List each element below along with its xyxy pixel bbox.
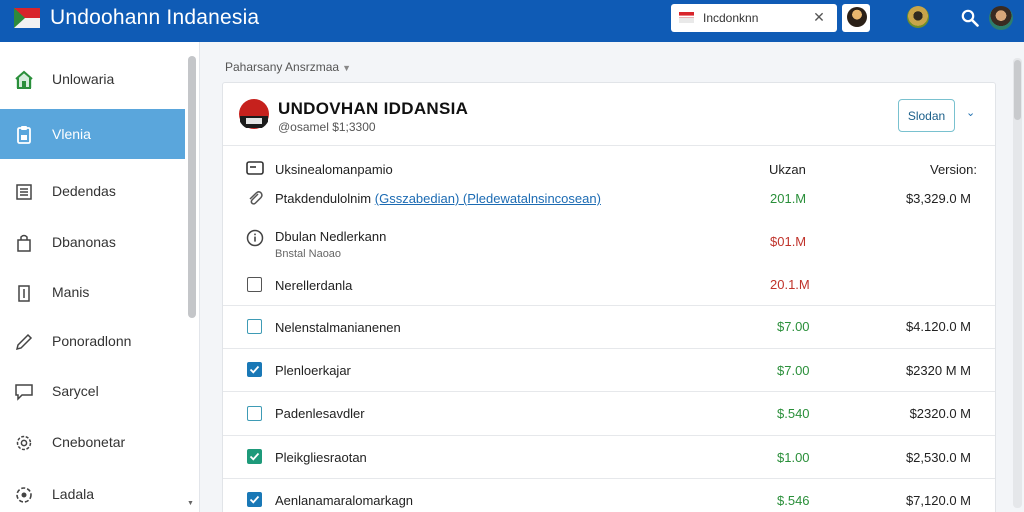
row-amount: $.540 [777, 406, 810, 421]
avatar[interactable] [847, 7, 867, 27]
check-icon [249, 365, 260, 374]
row-divider [223, 435, 995, 436]
table-header-col2: Version: [930, 162, 977, 177]
main-scrollbar-thumb[interactable] [1014, 60, 1021, 120]
chevron-down-icon[interactable]: ⌄ [966, 107, 978, 119]
sidebar-item-label: Unlowaria [52, 71, 115, 87]
gear-icon [16, 435, 32, 451]
sidebar-item-ponoradlonn[interactable]: Ponoradlonn [0, 316, 185, 366]
sidebar-item-manis[interactable]: Manis [0, 267, 185, 317]
list-icon [16, 184, 32, 200]
row-checkbox[interactable] [247, 319, 262, 334]
row-value: $2,530.0 M [905, 450, 971, 465]
book-icon [18, 285, 30, 302]
sidebar-item-label: Cnebonetar [52, 434, 126, 450]
row-amount: $.546 [777, 493, 810, 508]
sidebar-item-home[interactable]: Unlowaria [0, 54, 185, 104]
sidebar-item-label: Ponoradlonn [52, 333, 132, 349]
row-link[interactable]: (Gsszabedian) (Pledewatalnsincosean) [375, 191, 601, 206]
home-icon [15, 70, 33, 89]
row-checkbox-checked[interactable] [247, 492, 262, 507]
bag-icon [17, 234, 31, 252]
row-checkbox[interactable] [247, 406, 262, 421]
row-checkbox-checked[interactable] [247, 449, 262, 464]
row-value: $7,120.0 M [905, 493, 971, 508]
sidebar-item-label: Vlenia [52, 126, 91, 142]
top-search-box[interactable]: ✕ [671, 4, 837, 32]
chat-icon [15, 384, 33, 401]
brand-logo-icon [238, 98, 270, 130]
row-label: Ptakdendulolnim [275, 191, 372, 206]
card-subtitle: @osamel $1;3300 [278, 120, 376, 134]
top-bar: Undoohann Indanesia ✕ [0, 0, 1024, 42]
sidebar-item-dedendas[interactable]: Dedendas [0, 166, 185, 216]
row-amount: $01.M [770, 234, 807, 249]
table-row[interactable]: Nerellerdanla [275, 278, 352, 293]
sidebar-scrollbar[interactable] [188, 56, 196, 318]
row-amount: $1.00 [777, 450, 810, 465]
breadcrumb-label: Paharsany Ansrzmaa [225, 60, 340, 74]
avatar[interactable] [989, 6, 1013, 30]
row-value: $4.120.0 M [905, 319, 971, 334]
row-value: $3,329.0 M [905, 191, 971, 206]
divider [223, 145, 995, 146]
avatar[interactable] [907, 6, 929, 28]
table-row[interactable]: Aenlanamaralomarkagn [275, 493, 413, 508]
sidebar-item-label: Dbanonas [52, 234, 116, 250]
caret-down-icon: ▼ [342, 63, 351, 73]
main-scrollbar[interactable] [1013, 58, 1022, 508]
sidebar-item-label: Manis [52, 284, 90, 300]
row-divider [223, 348, 995, 349]
app-title: Undoohann Indanesia [50, 6, 260, 29]
flag-icon [14, 8, 40, 28]
table-row[interactable]: Padenlesavdler [275, 406, 365, 421]
table-header-col1: Ukzan [769, 162, 806, 177]
table-row[interactable]: Ptakdendulolnim (Gsszabedian) (Pledewata… [275, 191, 601, 206]
sidebar-item-label: Sarycel [52, 383, 99, 399]
account-card [222, 82, 996, 512]
sidebar: Unlowaria Vlenia Dedendas Dbanonas Manis [0, 42, 200, 512]
card-icon [246, 161, 264, 175]
attachment-icon [249, 191, 263, 205]
settings-icon [16, 487, 32, 503]
document-icon [17, 126, 31, 144]
table-row[interactable]: Plenloerkajar [275, 363, 351, 378]
row-amount: 201.M [770, 191, 807, 206]
table-row[interactable]: Pleikgliesraotan [275, 450, 367, 465]
scroll-down-arrow-icon[interactable]: ▼ [187, 500, 195, 508]
row-checkbox-checked[interactable] [247, 362, 262, 377]
row-checkbox[interactable] [247, 277, 262, 292]
sidebar-item-label: Ladala [52, 486, 95, 502]
row-amount: $7.00 [777, 319, 810, 334]
search-input[interactable] [703, 8, 803, 28]
row-divider [223, 391, 995, 392]
close-icon[interactable]: ✕ [811, 9, 827, 25]
info-icon [246, 229, 264, 247]
breadcrumb[interactable]: Paharsany Ansrzmaa ▼ [225, 60, 351, 74]
row-value: $2320.0 M [909, 406, 971, 421]
card-title: UNDOVHAN IDDANSIA [278, 99, 469, 118]
table-row[interactable]: Dbulan Nedlerkann [275, 229, 386, 244]
sidebar-item-label: Dedendas [52, 183, 116, 199]
pencil-icon [15, 333, 33, 351]
sidebar-item-ladala[interactable]: Ladala [0, 469, 185, 512]
flag-icon [679, 12, 694, 23]
sidebar-item-sarycel[interactable]: Sarycel [0, 366, 185, 416]
row-sublabel: Bnstal Naoao [275, 248, 342, 260]
status-button[interactable]: Slodan [898, 99, 955, 132]
sidebar-item-dbanonas[interactable]: Dbanonas [0, 217, 185, 267]
table-row[interactable]: Nelenstalmanianenen [275, 320, 401, 335]
row-divider [223, 305, 995, 306]
check-icon [249, 452, 260, 461]
table-header-label: Uksinealomanpamio [275, 162, 393, 177]
sidebar-item-active[interactable]: Vlenia [0, 109, 185, 159]
row-amount: 20.1.M [770, 277, 810, 292]
check-icon [249, 495, 260, 504]
row-divider [223, 478, 995, 479]
row-value: $2320 M M [905, 363, 971, 378]
sidebar-item-cnebonetar[interactable]: Cnebonetar [0, 417, 185, 467]
search-icon[interactable] [961, 9, 979, 27]
row-amount: $7.00 [777, 363, 810, 378]
